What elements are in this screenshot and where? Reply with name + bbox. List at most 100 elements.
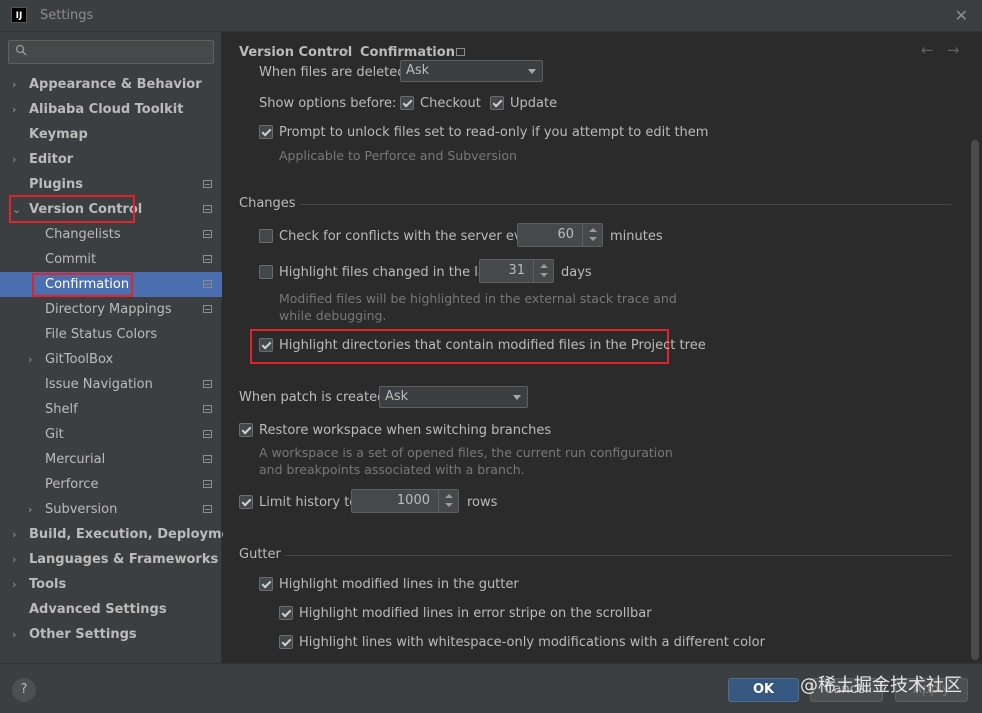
sidebar-item-commit[interactable]: Commit <box>0 247 222 272</box>
spinner-down-icon[interactable] <box>540 273 548 277</box>
sidebar-item-languages-frameworks[interactable]: › Languages & Frameworks <box>0 547 222 572</box>
forward-arrow-icon[interactable]: → <box>947 41 960 59</box>
highlight-changed-unit-label: days <box>561 265 592 280</box>
sidebar-item-label: GitToolBox <box>45 352 114 367</box>
prompt-unlock-checkbox[interactable] <box>259 125 273 139</box>
chevron-right-icon[interactable]: › <box>12 147 24 172</box>
limit-history-value: 1000 <box>396 493 430 508</box>
sidebar-item-build-execution-deployment[interactable]: › Build, Execution, Deployment <box>0 522 246 547</box>
chevron-right-icon[interactable]: › <box>12 572 24 597</box>
project-level-page-icon <box>203 430 212 438</box>
sidebar-item-mercurial[interactable]: Mercurial <box>0 447 222 472</box>
sidebar-item-other-settings[interactable]: › Other Settings <box>0 622 222 647</box>
spinner-up-icon[interactable] <box>589 228 597 232</box>
sidebar-item-alibaba-cloud-toolkit[interactable]: › Alibaba Cloud Toolkit <box>0 97 222 122</box>
close-icon[interactable]: ✕ <box>955 6 968 25</box>
gutter-whitespace-checkbox[interactable] <box>279 635 293 649</box>
spinner-up-icon[interactable] <box>445 494 453 498</box>
sidebar-item-keymap[interactable]: Keymap <box>0 122 222 147</box>
restore-workspace-checkbox[interactable] <box>239 423 253 437</box>
gutter-section-title: Gutter <box>239 547 281 562</box>
chevron-right-icon[interactable]: › <box>28 347 40 372</box>
sidebar-item-editor[interactable]: › Editor <box>0 147 222 172</box>
search-input[interactable] <box>33 43 209 61</box>
sidebar-item-label: Mercurial <box>45 452 106 467</box>
highlight-directories-label: Highlight directories that contain modif… <box>279 338 706 353</box>
conflicts-interval-spinner[interactable]: 60 <box>517 223 603 247</box>
chevron-right-icon[interactable]: › <box>12 622 24 647</box>
settings-content-panel: Version Control › Confirmation ← → When … <box>223 32 982 663</box>
sidebar-item-directory-mappings[interactable]: Directory Mappings <box>0 297 222 322</box>
changes-separator <box>299 204 951 205</box>
chevron-right-icon[interactable]: › <box>12 522 24 547</box>
sidebar-item-label: Issue Navigation <box>45 377 153 392</box>
sidebar-item-file-status-colors[interactable]: File Status Colors <box>0 322 222 347</box>
chevron-right-icon[interactable]: › <box>12 97 24 122</box>
spinner-down-icon[interactable] <box>445 503 453 507</box>
sidebar-item-changelists[interactable]: Changelists <box>0 222 222 247</box>
chevron-right-icon[interactable]: › <box>12 547 24 572</box>
sidebar-item-perforce[interactable]: Perforce <box>0 472 222 497</box>
chevron-right-icon[interactable]: › <box>28 497 40 522</box>
version-control-highlight-box <box>9 195 135 223</box>
restore-workspace-hint-line1: A workspace is a set of opened files, th… <box>259 445 673 460</box>
files-deleted-combo[interactable]: Ask <box>400 60 543 82</box>
back-arrow-icon[interactable]: ← <box>921 41 934 59</box>
breadcrumb-parent[interactable]: Version Control <box>239 45 352 60</box>
gutter-lines-checkbox[interactable] <box>259 577 273 591</box>
limit-history-spinner[interactable]: 1000 <box>351 489 459 513</box>
checkout-label: Checkout <box>420 96 481 111</box>
gutter-lines-label: Highlight modified lines in the gutter <box>279 577 519 592</box>
sidebar-item-appearance-behavior[interactable]: › Appearance & Behavior <box>0 72 222 97</box>
chevron-right-icon[interactable]: › <box>12 72 24 97</box>
patch-created-combo[interactable]: Ask <box>379 386 528 408</box>
content-scrollbar[interactable] <box>971 140 979 660</box>
project-level-page-icon <box>203 480 212 488</box>
spinner-up-icon[interactable] <box>540 264 548 268</box>
files-deleted-label: When files are deleted: <box>259 65 410 80</box>
title-bar: IJ Settings ✕ <box>0 0 982 32</box>
check-conflicts-checkbox[interactable] <box>259 229 273 243</box>
sidebar-item-label: Keymap <box>29 127 88 142</box>
highlight-changed-spinner[interactable]: 31 <box>479 259 554 283</box>
files-deleted-value: Ask <box>406 63 430 78</box>
limit-history-checkbox[interactable] <box>239 495 253 509</box>
spinner-down-icon[interactable] <box>589 237 597 241</box>
checkout-checkbox[interactable] <box>400 96 414 110</box>
sidebar-item-git[interactable]: Git <box>0 422 222 447</box>
conflicts-interval-value: 60 <box>557 227 574 242</box>
sidebar-item-shelf[interactable]: Shelf <box>0 397 222 422</box>
project-level-page-icon <box>456 48 465 56</box>
chevron-down-icon <box>513 395 521 400</box>
sidebar-item-tools[interactable]: › Tools <box>0 572 222 597</box>
limit-history-label: Limit history to <box>259 495 358 510</box>
project-level-page-icon <box>203 230 212 238</box>
settings-sidebar: › Appearance & Behavior › Alibaba Cloud Too… <box>0 32 246 663</box>
sidebar-item-label: Changelists <box>45 227 121 242</box>
dialog-button-bar: ? OK Cancel Apply @稀土掘金技术社区 <box>0 663 982 713</box>
highlight-directories-checkbox[interactable] <box>259 338 273 352</box>
highlight-changed-checkbox[interactable] <box>259 265 273 279</box>
sidebar-item-label: Tools <box>29 577 67 592</box>
gutter-stripe-label: Highlight modified lines in error stripe… <box>299 606 652 621</box>
sidebar-item-label: Appearance & Behavior <box>29 77 202 92</box>
ok-button[interactable]: OK <box>728 678 799 702</box>
prompt-unlock-label: Prompt to unlock files set to read-only … <box>279 125 709 140</box>
update-checkbox[interactable] <box>490 96 504 110</box>
sidebar-item-gittoolbox[interactable]: › GitToolBox <box>0 347 222 372</box>
patch-created-label: When patch is created: <box>239 390 390 405</box>
project-level-page-icon <box>203 180 212 188</box>
sidebar-item-label: Alibaba Cloud Toolkit <box>29 102 184 117</box>
gutter-stripe-checkbox[interactable] <box>279 606 293 620</box>
sidebar-item-issue-navigation[interactable]: Issue Navigation <box>0 372 222 397</box>
chevron-down-icon <box>528 69 536 74</box>
sidebar-item-advanced-settings[interactable]: Advanced Settings <box>0 597 222 622</box>
breadcrumb-separator: › <box>344 44 350 59</box>
limit-history-unit-label: rows <box>467 495 498 510</box>
check-conflicts-label: Check for conflicts with the server ever… <box>279 229 543 244</box>
update-label: Update <box>510 96 558 111</box>
sidebar-item-subversion[interactable]: › Subversion <box>0 497 222 522</box>
help-button[interactable]: ? <box>12 678 36 702</box>
settings-search-box[interactable] <box>8 40 214 64</box>
sidebar-item-plugins[interactable]: Plugins <box>0 172 222 197</box>
